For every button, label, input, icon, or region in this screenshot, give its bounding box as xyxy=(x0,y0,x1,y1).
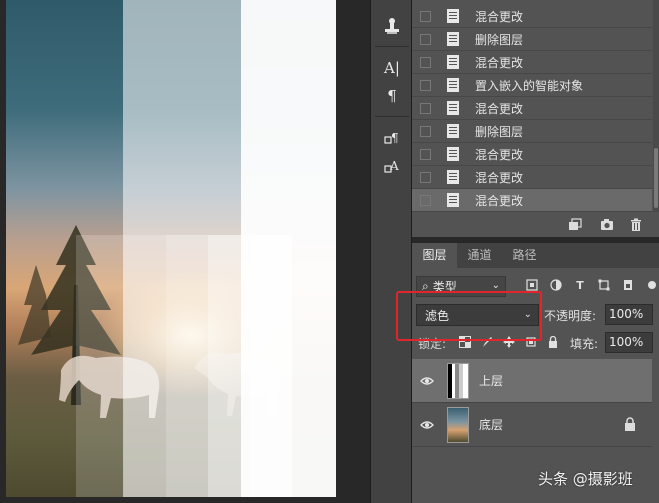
history-item-label: 混合更改 xyxy=(475,101,524,116)
history-state-icon xyxy=(447,170,459,184)
eye-icon[interactable] xyxy=(420,374,434,388)
overlay-block-3 xyxy=(166,235,208,497)
layer-row-bottom[interactable]: 底层 xyxy=(412,403,652,447)
history-state-icon xyxy=(447,124,459,138)
overlay-block-2 xyxy=(124,235,166,497)
opacity-input[interactable]: 100% xyxy=(605,304,653,325)
toolbar-separator xyxy=(375,46,409,47)
snapshot-checkbox[interactable] xyxy=(420,56,431,68)
history-panel: 混合更改 删除图层 混合更改 置入嵌入的智能对象 混合更改 删除图层 混合更改 … xyxy=(412,0,659,237)
snapshot-checkbox[interactable] xyxy=(420,33,431,45)
paragraph-style-icon[interactable]: ¶ xyxy=(379,126,405,150)
chevron-down-icon: ⌄ xyxy=(491,280,500,291)
paragraph-glyph: ¶ xyxy=(387,87,397,105)
history-state-icon xyxy=(447,9,459,23)
snapshot-checkbox[interactable] xyxy=(420,102,431,114)
history-item-label: 置入嵌入的智能对象 xyxy=(475,78,584,93)
type-tool-glyph: A| xyxy=(384,59,400,77)
history-item[interactable]: 混合更改 xyxy=(412,143,652,166)
history-item[interactable]: 删除图层 xyxy=(412,28,652,51)
history-item-label: 混合更改 xyxy=(475,147,524,162)
snapshot-checkbox[interactable] xyxy=(420,10,431,22)
layers-panel-tabs: 图层 通道 路径 xyxy=(412,243,659,268)
character-style-icon[interactable]: A xyxy=(379,154,405,178)
fill-label: 填充: xyxy=(570,337,599,351)
history-state-icon xyxy=(447,101,459,115)
type-tool-icon[interactable]: A| xyxy=(379,56,405,80)
layer-name[interactable]: 底层 xyxy=(479,416,503,433)
snapshot-checkbox[interactable] xyxy=(420,79,431,91)
right-panels: 混合更改 删除图层 混合更改 置入嵌入的智能对象 混合更改 删除图层 混合更改 … xyxy=(412,0,659,503)
layer-row-top[interactable]: 上层 xyxy=(412,359,652,403)
layers-panel: 图层 通道 路径 ⌕ 类型 ⌄ T 滤色 ⌄ 不透明度: 100% 锁定: 填充… xyxy=(412,243,659,503)
snapshot-checkbox[interactable] xyxy=(420,125,431,137)
history-item-label: 混合更改 xyxy=(475,55,524,70)
layer-name[interactable]: 上层 xyxy=(479,372,503,389)
history-footer xyxy=(412,212,659,237)
tab-paths[interactable]: 路径 xyxy=(502,243,547,268)
lock-all-icon[interactable] xyxy=(547,335,559,348)
stamp-icon[interactable] xyxy=(379,14,405,38)
history-state-icon xyxy=(447,78,459,92)
history-state-icon xyxy=(447,147,459,161)
history-item-label: 删除图层 xyxy=(475,32,524,47)
adjustment-filter-icon[interactable] xyxy=(549,279,563,293)
overlay-block-4 xyxy=(208,235,250,497)
canvas-area[interactable] xyxy=(0,0,370,503)
panel-toolbar: A| ¶ ¶ A xyxy=(370,0,412,503)
history-item[interactable]: 混合更改 xyxy=(412,166,652,189)
shape-filter-icon[interactable] xyxy=(597,279,611,293)
document-canvas[interactable] xyxy=(6,0,336,497)
history-item-label: 删除图层 xyxy=(475,124,524,139)
eye-icon[interactable] xyxy=(420,418,434,432)
toolbar-separator xyxy=(375,116,409,117)
new-snapshot-icon[interactable] xyxy=(568,218,582,231)
history-item-label: 混合更改 xyxy=(475,170,524,185)
history-item-label: 混合更改 xyxy=(475,193,524,208)
history-item[interactable]: 置入嵌入的智能对象 xyxy=(412,74,652,97)
history-scroll-thumb[interactable] xyxy=(654,148,658,208)
snapshot-checkbox[interactable] xyxy=(420,171,431,183)
history-state-icon xyxy=(447,32,459,46)
history-item[interactable]: 混合更改 xyxy=(412,5,652,28)
history-item-label: 混合更改 xyxy=(475,9,524,24)
blend-mode-highlight xyxy=(396,291,542,341)
type-filter-icon[interactable]: T xyxy=(573,279,587,293)
tab-channels[interactable]: 通道 xyxy=(457,243,502,268)
tab-layers[interactable]: 图层 xyxy=(412,243,457,268)
paragraph-icon[interactable]: ¶ xyxy=(379,84,405,108)
watermark: 头条 @摄影班 xyxy=(538,470,633,488)
snapshot-checkbox[interactable] xyxy=(420,194,431,206)
trash-icon[interactable] xyxy=(629,218,643,231)
overlay-block-5 xyxy=(250,235,292,497)
snapshot-checkbox[interactable] xyxy=(420,148,431,160)
lock-icon[interactable] xyxy=(624,417,636,431)
camera-icon[interactable] xyxy=(600,218,614,231)
history-state-icon xyxy=(447,193,459,207)
fill-input[interactable]: 100% xyxy=(605,332,653,353)
opacity-label: 不透明度: xyxy=(544,309,597,323)
history-item[interactable]: 删除图层 xyxy=(412,120,652,143)
history-item[interactable]: 混合更改 xyxy=(412,97,652,120)
svg-text:¶: ¶ xyxy=(391,131,399,145)
history-item[interactable]: 混合更改 xyxy=(412,51,652,74)
svg-text:A: A xyxy=(389,159,399,173)
overlay-block-1 xyxy=(76,235,124,497)
filter-toggle-icon[interactable] xyxy=(645,279,659,293)
layer-thumbnail xyxy=(447,407,469,443)
smart-object-filter-icon[interactable] xyxy=(621,279,635,293)
layer-thumbnail xyxy=(447,363,469,399)
history-state-icon xyxy=(447,55,459,69)
history-item-active[interactable]: 混合更改 xyxy=(412,189,652,212)
